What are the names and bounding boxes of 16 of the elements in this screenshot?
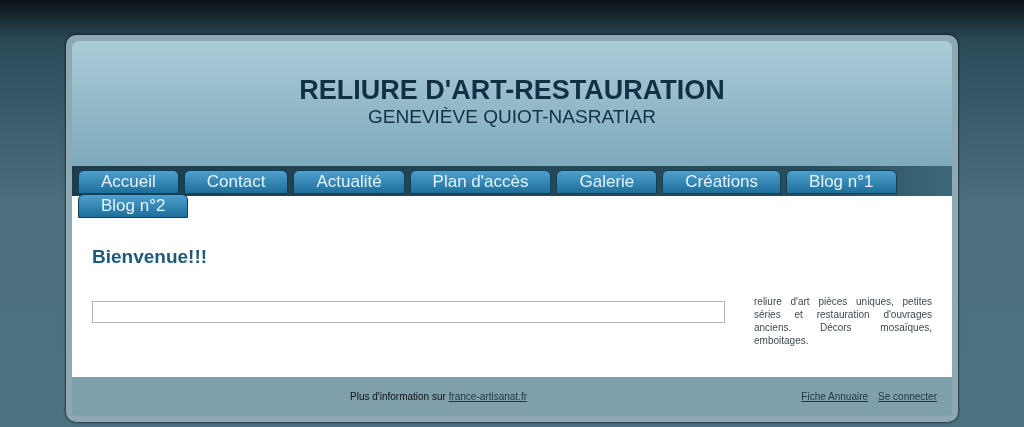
nav-tab[interactable]: Accueil (78, 170, 179, 194)
site-title: RELIURE D'ART-RESTAURATION (299, 74, 725, 106)
info-text: Plus d'information sur france-artisanat.fr (350, 391, 527, 402)
nav-tab[interactable]: Actualité (293, 170, 405, 194)
footer-link[interactable]: Fiche Annuaire (801, 391, 869, 402)
nav-tab[interactable]: Créations (662, 170, 782, 194)
site-subtitle: GENEVIÈVE QUIOT-NASRATIAR (368, 106, 656, 128)
artisanat-link[interactable]: france-artisanat.fr (448, 391, 527, 402)
footer-link[interactable]: Se connecter (878, 391, 937, 402)
nav-tab[interactable]: Blog n°1 (786, 170, 897, 194)
welcome-heading: Bienvenue!!! (92, 246, 209, 268)
description-text: reliure d'art pièces uniques, petites séries et restauration d'ouvrages anciens. Décors mosaïques, emboitages. (754, 295, 932, 347)
nav-tab[interactable]: Blog n°2 (78, 194, 189, 218)
nav-tab[interactable]: Contact (183, 170, 289, 194)
nav-tab[interactable]: Plan d'accès (409, 170, 552, 194)
nav-tab[interactable]: Galerie (556, 170, 658, 194)
